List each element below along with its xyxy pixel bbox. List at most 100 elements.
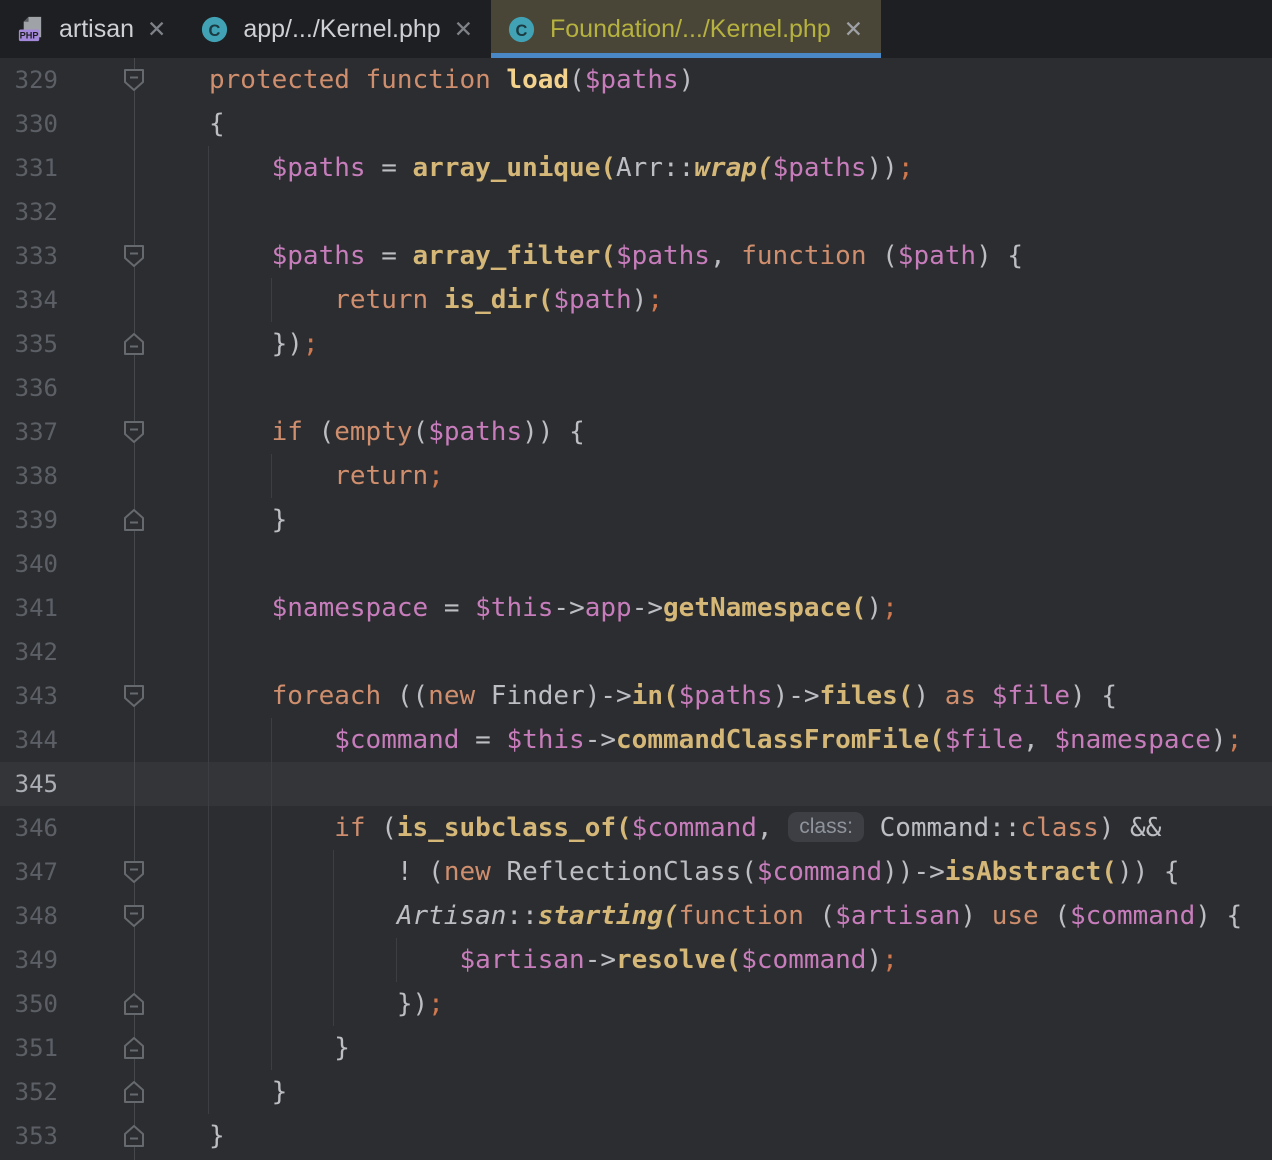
code-line[interactable]: 348 Artisan::starting(function ($artisan…: [0, 894, 1272, 938]
code-token: [209, 417, 272, 447]
code-line[interactable]: 346 if (is_subclass_of($command, class: …: [0, 806, 1272, 850]
fold-end-icon[interactable]: [121, 331, 147, 357]
code-text[interactable]: foreach ((new Finder)->in($paths)->files…: [180, 674, 1272, 718]
code-line[interactable]: 340: [0, 542, 1272, 586]
code-line[interactable]: 342: [0, 630, 1272, 674]
close-tab-icon[interactable]: ✕: [454, 18, 473, 41]
code-line[interactable]: 352 }: [0, 1070, 1272, 1114]
fold-start-icon[interactable]: [121, 859, 147, 885]
line-number: 338: [0, 454, 58, 498]
fold-start-icon[interactable]: [121, 903, 147, 929]
code-text[interactable]: ! (new ReflectionClass($command))->isAbs…: [180, 850, 1272, 894]
code-text[interactable]: }: [180, 1114, 1272, 1158]
code-line[interactable]: 330{: [0, 102, 1272, 146]
gutter-fold-column: [58, 322, 180, 366]
code-text[interactable]: });: [180, 322, 1272, 366]
code-line[interactable]: 350 });: [0, 982, 1272, 1026]
fold-end-icon[interactable]: [121, 1123, 147, 1149]
code-line[interactable]: 343 foreach ((new Finder)->in($paths)->f…: [0, 674, 1272, 718]
code-line[interactable]: 337 if (empty($paths)) {: [0, 410, 1272, 454]
code-text[interactable]: if (empty($paths)) {: [180, 410, 1272, 454]
fold-start-icon[interactable]: [121, 683, 147, 709]
line-number: 353: [0, 1114, 58, 1158]
code-token: new: [428, 681, 475, 711]
code-line[interactable]: 334 return is_dir($path);: [0, 278, 1272, 322]
code-line[interactable]: 332: [0, 190, 1272, 234]
code-token: ;: [428, 461, 444, 491]
code-text[interactable]: return is_dir($path);: [180, 278, 1272, 322]
code-text[interactable]: {: [180, 102, 1272, 146]
code-line[interactable]: 349 $artisan->resolve($command);: [0, 938, 1272, 982]
gutter-fold-column: [58, 850, 180, 894]
code-line[interactable]: 336: [0, 366, 1272, 410]
code-line-current[interactable]: 345: [0, 762, 1272, 806]
code-text[interactable]: }: [180, 1070, 1272, 1114]
code-token: empty: [334, 417, 412, 447]
code-token: $this: [506, 725, 584, 755]
line-number: 334: [0, 278, 58, 322]
code-text[interactable]: }: [180, 1026, 1272, 1070]
code-line[interactable]: 353}: [0, 1114, 1272, 1158]
code-text[interactable]: $artisan->resolve($command);: [180, 938, 1272, 982]
close-tab-icon[interactable]: ✕: [147, 18, 166, 41]
fold-end-icon[interactable]: [121, 1035, 147, 1061]
code-line[interactable]: 338 return;: [0, 454, 1272, 498]
code-line[interactable]: 341 $namespace = $this->app->getNamespac…: [0, 586, 1272, 630]
code-line[interactable]: 333 $paths = array_filter($paths, functi…: [0, 234, 1272, 278]
fold-start-icon[interactable]: [121, 243, 147, 269]
code-text[interactable]: $paths = array_unique(Arr::wrap($paths))…: [180, 146, 1272, 190]
code-token: array_unique(: [413, 153, 617, 183]
tab-app-kernel[interactable]: C app/.../Kernel.php ✕: [184, 0, 491, 58]
line-number: 345: [0, 762, 58, 806]
code-token: Arr: [616, 153, 663, 183]
code-text[interactable]: }: [180, 498, 1272, 542]
svg-text:C: C: [209, 21, 221, 39]
code-text[interactable]: [180, 542, 1272, 586]
code-editor[interactable]: 329protected function load($paths)330{33…: [0, 58, 1272, 1160]
code-text[interactable]: $namespace = $this->app->getNamespace();: [180, 586, 1272, 630]
code-token: ;: [882, 593, 898, 623]
tab-artisan[interactable]: PHP artisan ✕: [0, 0, 184, 58]
code-text[interactable]: });: [180, 982, 1272, 1026]
code-line[interactable]: 351 }: [0, 1026, 1272, 1070]
fold-end-icon[interactable]: [121, 1079, 147, 1105]
code-token: ) &&: [1099, 813, 1162, 843]
code-line[interactable]: 329protected function load($paths): [0, 58, 1272, 102]
fold-start-icon[interactable]: [121, 67, 147, 93]
code-token: function: [741, 241, 866, 271]
code-text[interactable]: [180, 366, 1272, 410]
code-token: Artisan: [397, 901, 507, 931]
code-token: ): [913, 681, 944, 711]
code-line[interactable]: 335 });: [0, 322, 1272, 366]
code-text[interactable]: return;: [180, 454, 1272, 498]
code-line[interactable]: 344 $command = $this->commandClassFromFi…: [0, 718, 1272, 762]
code-token: ) {: [1070, 681, 1117, 711]
code-text[interactable]: $paths = array_filter($paths, function (…: [180, 234, 1272, 278]
code-text[interactable]: Artisan::starting(function ($artisan) us…: [180, 894, 1272, 938]
close-tab-icon[interactable]: ✕: [844, 18, 863, 41]
fold-end-icon[interactable]: [121, 991, 147, 1017]
code-text[interactable]: [180, 630, 1272, 674]
code-token: $artisan: [835, 901, 960, 931]
code-text[interactable]: if (is_subclass_of($command, class: Comm…: [180, 806, 1272, 850]
code-token: resolve(: [616, 945, 741, 975]
code-line[interactable]: 331 $paths = array_unique(Arr::wrap($pat…: [0, 146, 1272, 190]
tab-foundation-kernel[interactable]: C Foundation/.../Kernel.php ✕: [491, 0, 881, 58]
line-number: 350: [0, 982, 58, 1026]
indent-guide: [271, 718, 272, 1070]
fold-start-icon[interactable]: [121, 419, 147, 445]
code-token: in(: [632, 681, 679, 711]
fold-end-icon[interactable]: [121, 507, 147, 533]
code-token: (: [569, 65, 585, 95]
code-text[interactable]: $command = $this->commandClassFromFile($…: [180, 718, 1272, 762]
code-line[interactable]: 347 ! (new ReflectionClass($command))->i…: [0, 850, 1272, 894]
editor-lines: 329protected function load($paths)330{33…: [0, 58, 1272, 1158]
code-text[interactable]: [180, 762, 1272, 806]
gutter-fold-column: [58, 234, 180, 278]
code-token: $command: [757, 857, 882, 887]
code-token: $command: [334, 725, 459, 755]
code-text[interactable]: protected function load($paths): [180, 58, 1272, 102]
code-line[interactable]: 339 }: [0, 498, 1272, 542]
gutter-fold-column: [58, 762, 180, 806]
code-text[interactable]: [180, 190, 1272, 234]
